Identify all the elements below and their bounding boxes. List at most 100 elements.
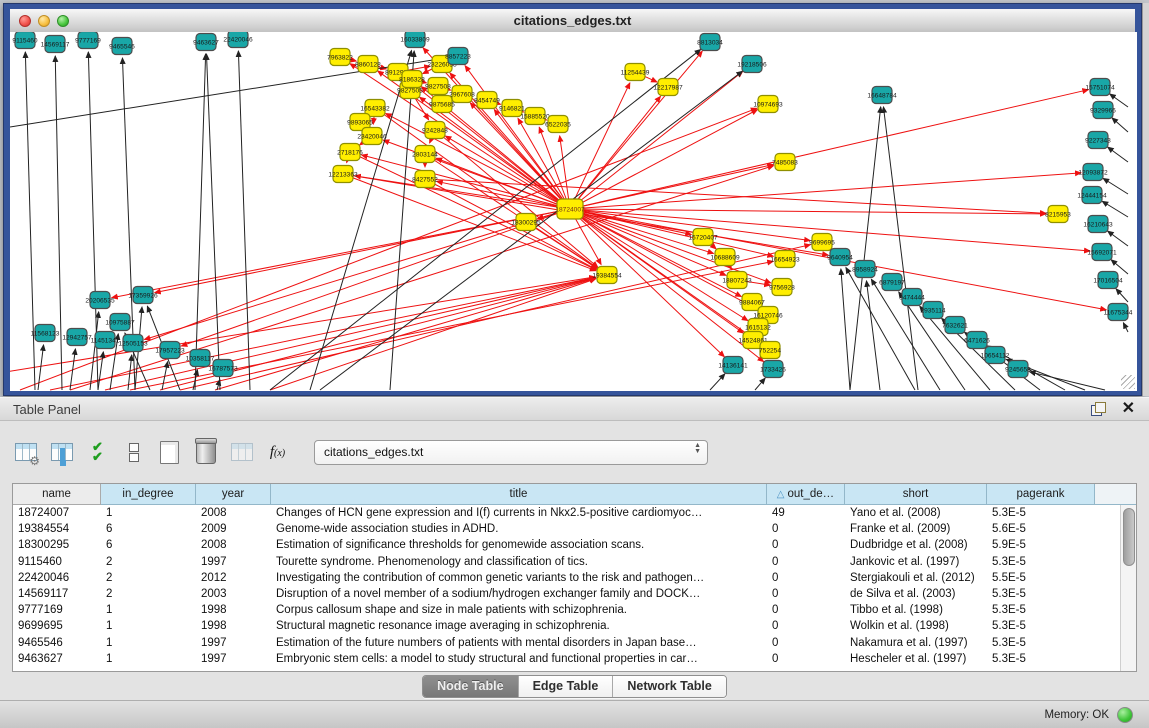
graph-edge[interactable] <box>215 278 595 390</box>
table-row[interactable]: 1938455462009Genome-wide association stu… <box>13 521 1136 537</box>
graph-edge[interactable] <box>1102 201 1128 217</box>
graph-edge[interactable] <box>238 51 250 390</box>
delete-columns-button[interactable] <box>192 439 219 466</box>
graph-edge[interactable] <box>1108 147 1128 162</box>
column-header-out_degree[interactable]: △out_de… <box>767 484 845 505</box>
close-panel-icon[interactable]: ✕ <box>1122 401 1135 417</box>
graph-edge[interactable] <box>1103 178 1128 194</box>
disabled-table-icon <box>231 443 253 461</box>
graph-node-label: 16648784 <box>867 92 897 99</box>
column-header-pagerank[interactable]: pagerank <box>987 484 1095 505</box>
graph-edge[interactable] <box>850 107 881 390</box>
cell-in_degree: 1 <box>101 604 196 616</box>
cell-year: 2008 <box>196 539 271 551</box>
cell-name: 9699695 <box>13 620 101 632</box>
tab-edge-table[interactable]: Edge Table <box>519 676 614 697</box>
cell-out_degree: 49 <box>767 507 845 519</box>
column-header-name[interactable]: name <box>13 484 101 505</box>
function-builder-button[interactable]: f(x) <box>264 439 291 466</box>
table-row[interactable]: 1830029562008Estimation of significance … <box>13 537 1136 553</box>
cell-title: Corpus callosum shape and size in male p… <box>271 604 767 616</box>
graph-edge[interactable] <box>425 179 1046 213</box>
graph-edge[interactable] <box>755 378 765 390</box>
select-all-button[interactable]: ✔✔ <box>84 439 111 466</box>
network-canvas[interactable]: 1872400719384554183002957963822886012889… <box>10 32 1137 391</box>
window-title: citations_edges.txt <box>10 13 1135 28</box>
column-header-in_degree[interactable]: in_degree <box>101 484 196 505</box>
resize-grip[interactable] <box>1121 375 1135 389</box>
scrollbar-thumb[interactable] <box>1123 508 1135 566</box>
graph-edge[interactable] <box>570 110 757 209</box>
graph-edge[interactable] <box>25 52 35 390</box>
graph-node-label: 2967608 <box>449 91 475 98</box>
column-header-year[interactable]: year <box>196 484 271 505</box>
cell-in_degree: 1 <box>101 637 196 649</box>
cell-year: 1997 <box>196 556 271 568</box>
graph-node-label: 8215953 <box>1045 211 1071 218</box>
graph-edge[interactable] <box>1123 323 1128 332</box>
table-row[interactable]: 946362711997Embryonic stem cells: a mode… <box>13 651 1136 667</box>
table-row[interactable]: 2242004622012Investigating the contribut… <box>13 570 1136 586</box>
table-row[interactable]: 911546021997Tourette syndrome. Phenomeno… <box>13 554 1136 570</box>
cell-title: Structural magnetic resonance image aver… <box>271 620 767 632</box>
graph-edge[interactable] <box>883 107 918 390</box>
column-header-label: year <box>222 488 244 500</box>
graph-edge[interactable] <box>98 352 103 390</box>
graph-edge[interactable] <box>1108 231 1128 246</box>
graph-edge[interactable] <box>1030 372 1105 390</box>
network-window-titlebar[interactable]: citations_edges.txt <box>10 9 1135 33</box>
graph-node-label: 8813034 <box>697 39 723 46</box>
graph-node-label: 16787573 <box>208 365 238 372</box>
cell-name: 22420046 <box>13 572 101 584</box>
graph-node-label: 19218506 <box>737 61 767 68</box>
graph-edge[interactable] <box>105 278 595 390</box>
graph-edge[interactable] <box>310 50 412 390</box>
graph-edge[interactable] <box>144 209 570 339</box>
tab-network-table[interactable]: Network Table <box>613 676 726 697</box>
column-header-title[interactable]: title <box>271 484 767 505</box>
graph-node-label: 1615132 <box>745 324 771 331</box>
new-table-button[interactable] <box>156 439 183 466</box>
graph-node-label: 6879197 <box>879 279 905 286</box>
graph-edge[interactable] <box>1116 289 1128 302</box>
table-row[interactable]: 1456911722003Disruption of a novel membe… <box>13 586 1136 602</box>
table-row[interactable]: 946554611997Estimation of the future num… <box>13 635 1136 651</box>
graph-node-label: 6471626 <box>964 337 990 344</box>
graph-node-label: 17016504 <box>1093 277 1123 284</box>
table-row[interactable]: 1872400712008Changes of HCN gene express… <box>13 505 1136 521</box>
cell-out_degree: 0 <box>767 523 845 535</box>
table-mode-button[interactable]: ⚙ <box>12 439 39 466</box>
vertical-scrollbar[interactable] <box>1120 505 1136 671</box>
network-graph: 1872400719384554183002957963822886012889… <box>10 32 1137 391</box>
delete-table-button[interactable] <box>228 439 255 466</box>
table-panel-titlebar: Table Panel ✕ <box>0 397 1149 421</box>
graph-edge[interactable] <box>866 281 880 390</box>
tab-node-table[interactable]: Node Table <box>423 676 518 697</box>
column-header-label: out_de… <box>788 488 835 500</box>
cell-year: 1997 <box>196 653 271 665</box>
graph-edge[interactable] <box>710 374 725 390</box>
table-selector-dropdown[interactable]: citations_edges.txt ▲▼ <box>314 440 708 465</box>
table-row[interactable]: 977716911998Corpus callosum shape and si… <box>13 602 1136 618</box>
graph-edge[interactable] <box>38 345 44 390</box>
cell-year: 1998 <box>196 620 271 632</box>
graph-edge[interactable] <box>841 269 850 390</box>
graph-node-label: 9146821 <box>499 105 525 112</box>
column-header-short[interactable]: short <box>845 484 987 505</box>
graph-node-label: 12093872 <box>1078 169 1108 176</box>
graph-edge[interactable] <box>1112 118 1128 132</box>
graph-node-label: 9893065 <box>347 119 373 126</box>
graph-node-label: 8186328 <box>399 76 425 83</box>
unselect-rows-button[interactable] <box>120 439 147 466</box>
memory-status-indicator[interactable] <box>1117 707 1133 723</box>
graph-node-label: 11675344 <box>1104 309 1133 316</box>
graph-node-label: 11254439 <box>621 69 650 76</box>
float-panel-icon[interactable] <box>1091 402 1106 416</box>
graph-edge[interactable] <box>526 222 597 268</box>
show-column-button[interactable] <box>48 439 75 466</box>
cell-short: Stergiakouli et al. (2012) <box>845 572 987 584</box>
graph-node-label: 9777169 <box>75 37 101 44</box>
graph-edge[interactable] <box>55 56 62 390</box>
cell-title: Disruption of a novel member of a sodium… <box>271 588 767 600</box>
table-row[interactable]: 969969511998Structural magnetic resonanc… <box>13 618 1136 634</box>
